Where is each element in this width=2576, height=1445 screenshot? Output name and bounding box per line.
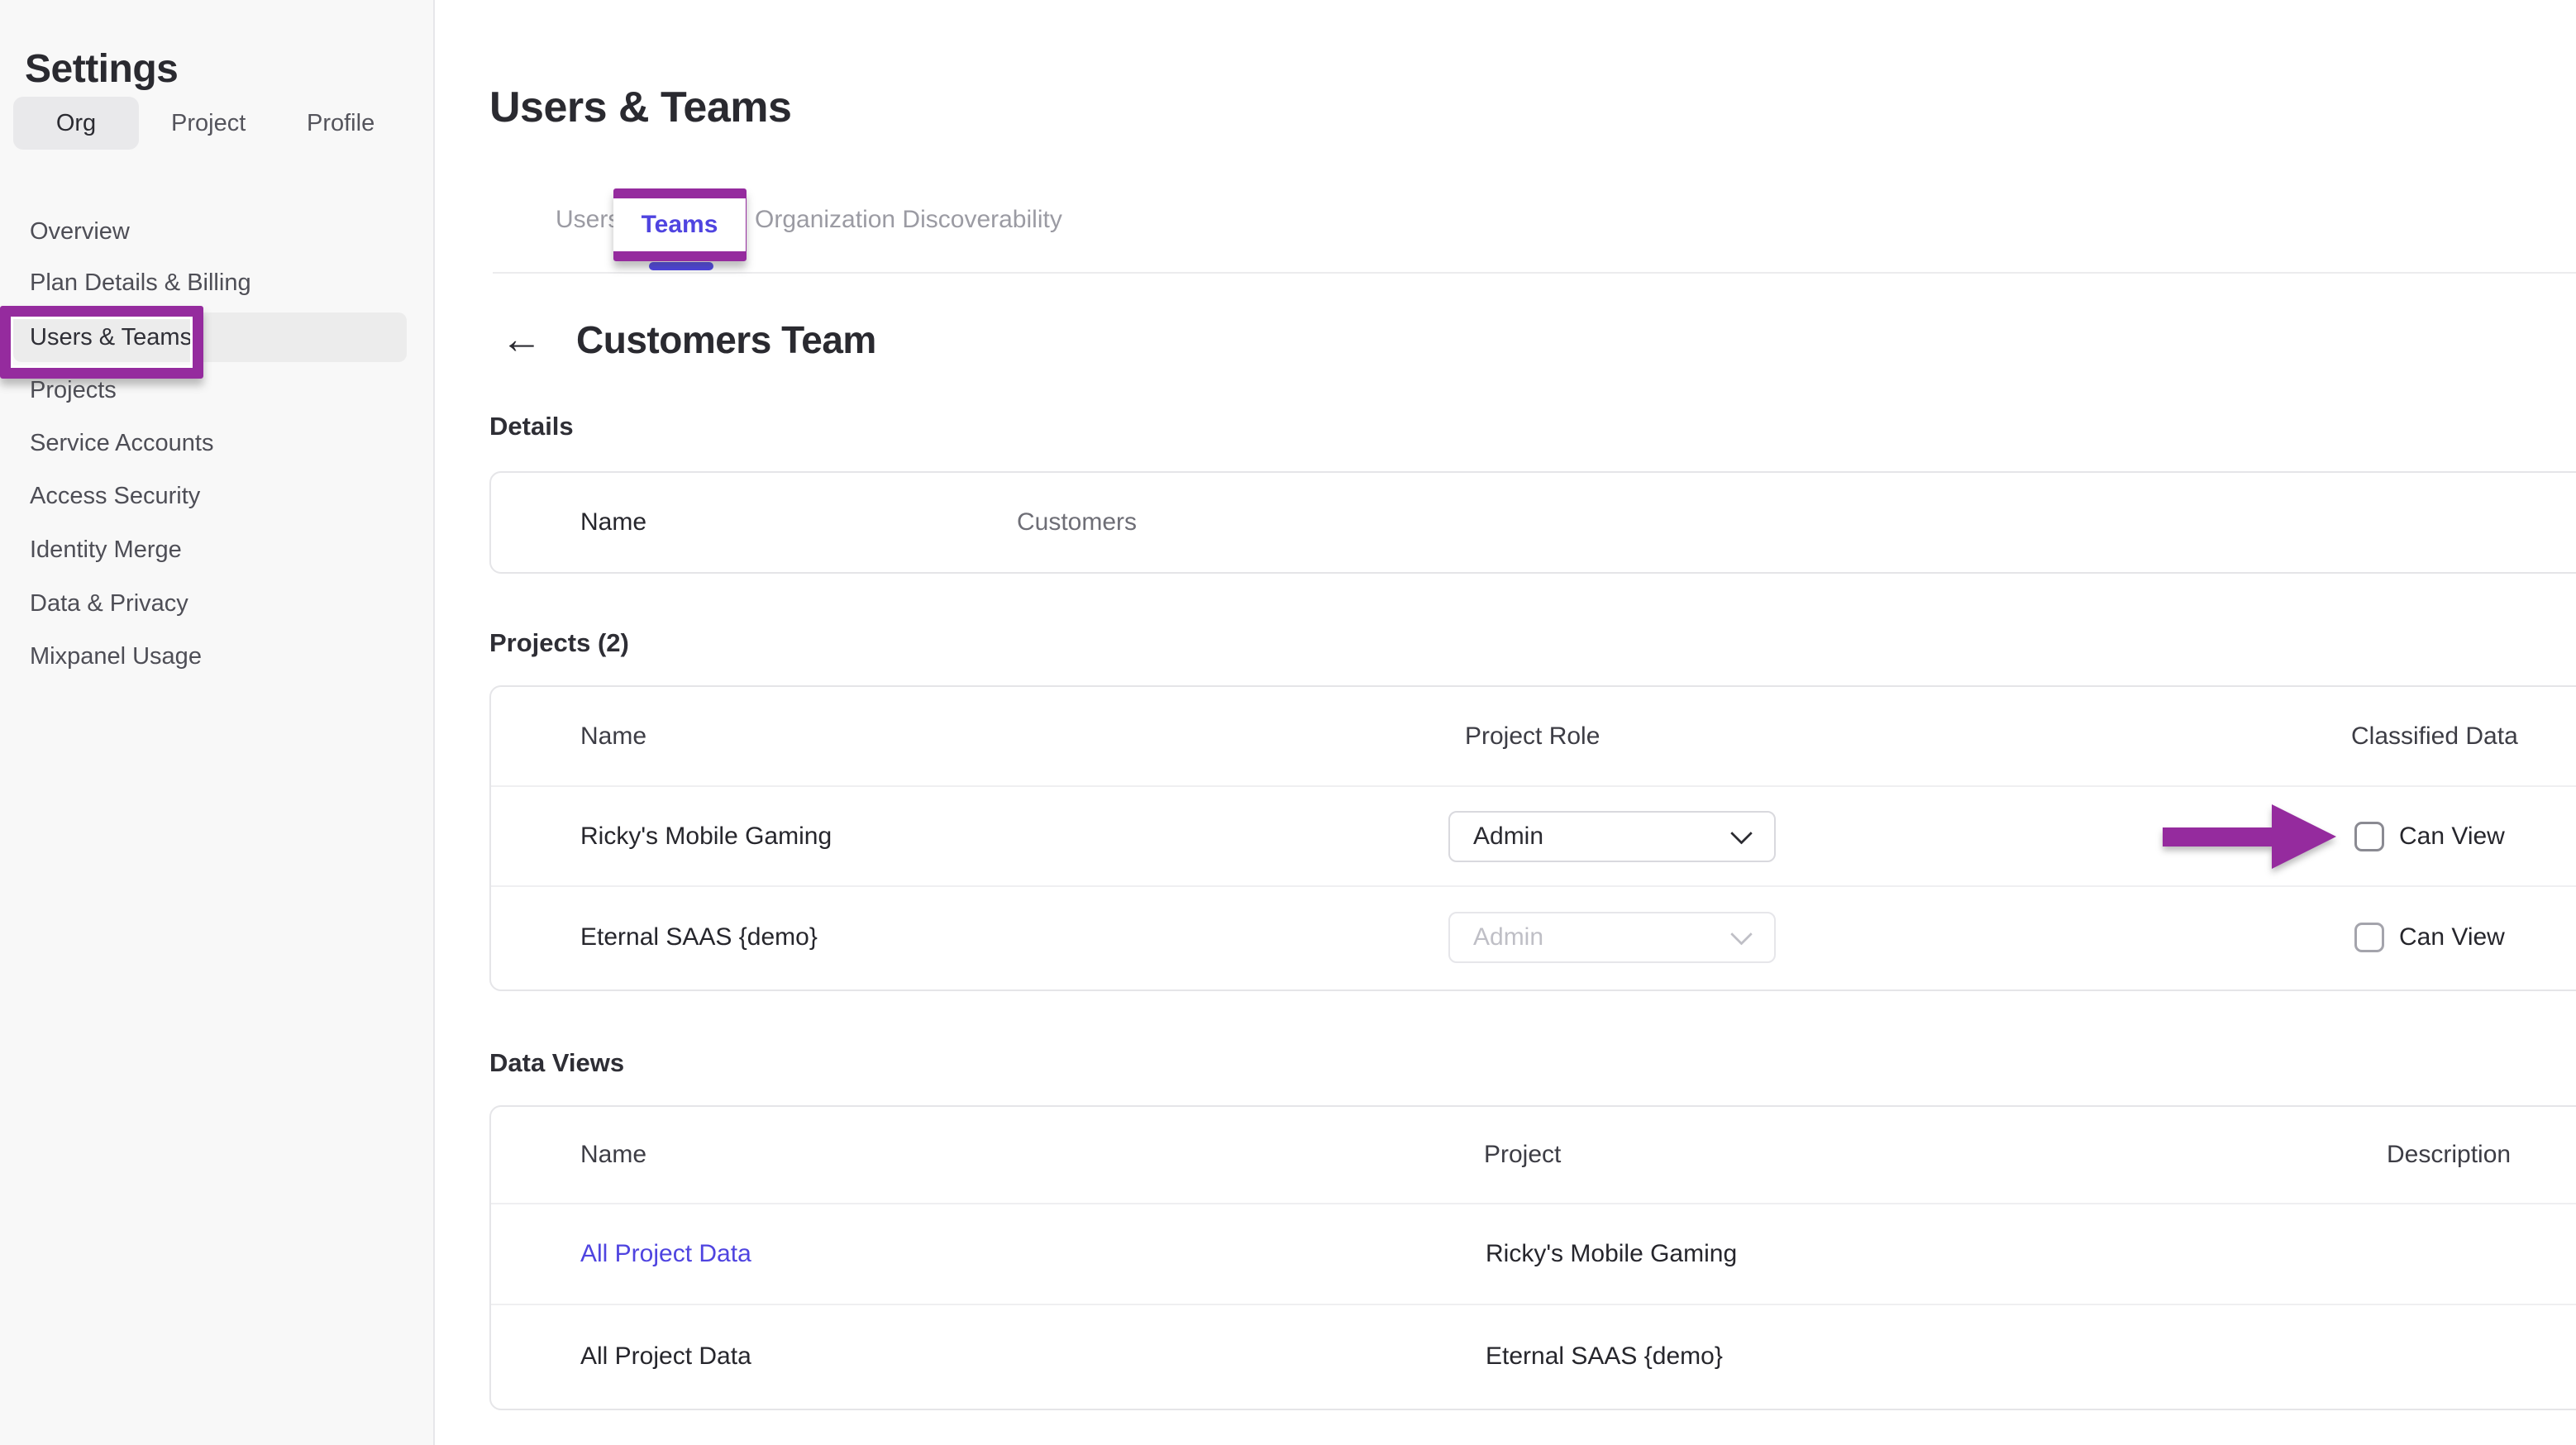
arrow-shaft [2163,827,2273,846]
table-row: All Project Data Ricky's Mobile Gaming [491,1204,2576,1305]
data-views-col-project: Project [1484,1141,1561,1169]
sidebar-item-users-teams[interactable]: Users & Teams [30,319,192,355]
annotation-arrow-icon [2163,804,2336,869]
tab-organization-discoverability[interactable]: Organization Discoverability [755,206,1062,234]
sidebar-item-access-security[interactable]: Access Security [30,478,200,514]
back-arrow-icon[interactable]: ← [501,314,542,364]
tab-teams[interactable]: Teams [613,198,746,251]
data-views-header-row: Name Project Description [491,1107,2576,1204]
details-name-label: Name [580,508,646,537]
project-name: Eternal SAAS {demo} [580,923,818,951]
scope-tab-project-label: Project [171,110,246,137]
data-view-name: All Project Data [580,1342,751,1371]
data-views-heading: Data Views [489,1048,624,1078]
table-row: Ricky's Mobile Gaming Admin Can View [491,787,2576,887]
arrow-head [2272,804,2336,869]
projects-header-row: Name Project Role Classified Data [491,687,2576,787]
scope-tab-profile-label: Profile [307,110,374,137]
scope-tab-org[interactable]: Org [13,97,139,150]
data-views-col-description: Description [2387,1141,2511,1169]
projects-col-project-role: Project Role [1465,722,1600,751]
data-view-project: Ricky's Mobile Gaming [1486,1240,1737,1268]
sidebar-item-data-privacy[interactable]: Data & Privacy [30,585,188,622]
tabs-divider [493,272,2576,274]
tab-users[interactable]: Users [556,206,620,234]
sidebar-item-projects[interactable]: Projects [30,372,117,408]
table-row: All Project Data Eternal SAAS {demo} [491,1305,2576,1407]
sidebar-item-service-accounts[interactable]: Service Accounts [30,425,213,461]
can-view-label: Can View [2399,823,2505,851]
data-views-table: Name Project Description All Project Dat… [489,1105,2576,1410]
scope-tab-profile[interactable]: Profile [307,97,374,150]
projects-col-name: Name [580,722,646,751]
scope-tab-org-label: Org [56,110,96,137]
project-role-dropdown[interactable]: Admin [1448,811,1776,862]
settings-page: Settings Org Project Profile Overview Pl… [0,0,2576,1445]
classified-data-checkbox[interactable] [2354,822,2384,851]
projects-heading: Projects (2) [489,628,629,658]
data-views-col-name: Name [580,1141,646,1169]
sidebar-title: Settings [25,46,178,92]
main-content: Users & Teams Users Teams Organization D… [436,0,2576,1445]
sidebar-item-plan-details-billing[interactable]: Plan Details & Billing [30,265,251,301]
details-name-value: Customers [1017,508,1137,537]
projects-col-classified-data: Classified Data [2351,722,2518,751]
project-role-dropdown-disabled: Admin [1448,912,1776,963]
all-project-data-link[interactable]: All Project Data [580,1240,751,1268]
sidebar-item-mixpanel-usage[interactable]: Mixpanel Usage [30,638,202,675]
can-view-label: Can View [2399,923,2505,951]
details-heading: Details [489,412,574,441]
project-role-value: Admin [1473,923,1543,951]
scope-tab-project[interactable]: Project [171,97,246,150]
active-tab-indicator [649,262,713,270]
sidebar-item-identity-merge[interactable]: Identity Merge [30,532,182,568]
details-row: Name Customers [491,473,2576,572]
team-title: Customers Team [576,317,876,362]
project-name: Ricky's Mobile Gaming [580,823,832,851]
details-card: Name Customers [489,471,2576,574]
project-role-value: Admin [1473,823,1543,851]
classified-data-checkbox[interactable] [2354,923,2384,952]
data-view-project: Eternal SAAS {demo} [1486,1342,1723,1371]
page-title: Users & Teams [489,83,791,132]
chevron-down-icon [1730,822,1753,844]
projects-table: Name Project Role Classified Data Ricky'… [489,685,2576,991]
chevron-down-icon [1730,923,1753,946]
table-row: Eternal SAAS {demo} Admin Can View [491,887,2576,988]
sidebar-item-overview[interactable]: Overview [30,213,130,250]
settings-sidebar: Settings Org Project Profile Overview Pl… [0,0,435,1445]
